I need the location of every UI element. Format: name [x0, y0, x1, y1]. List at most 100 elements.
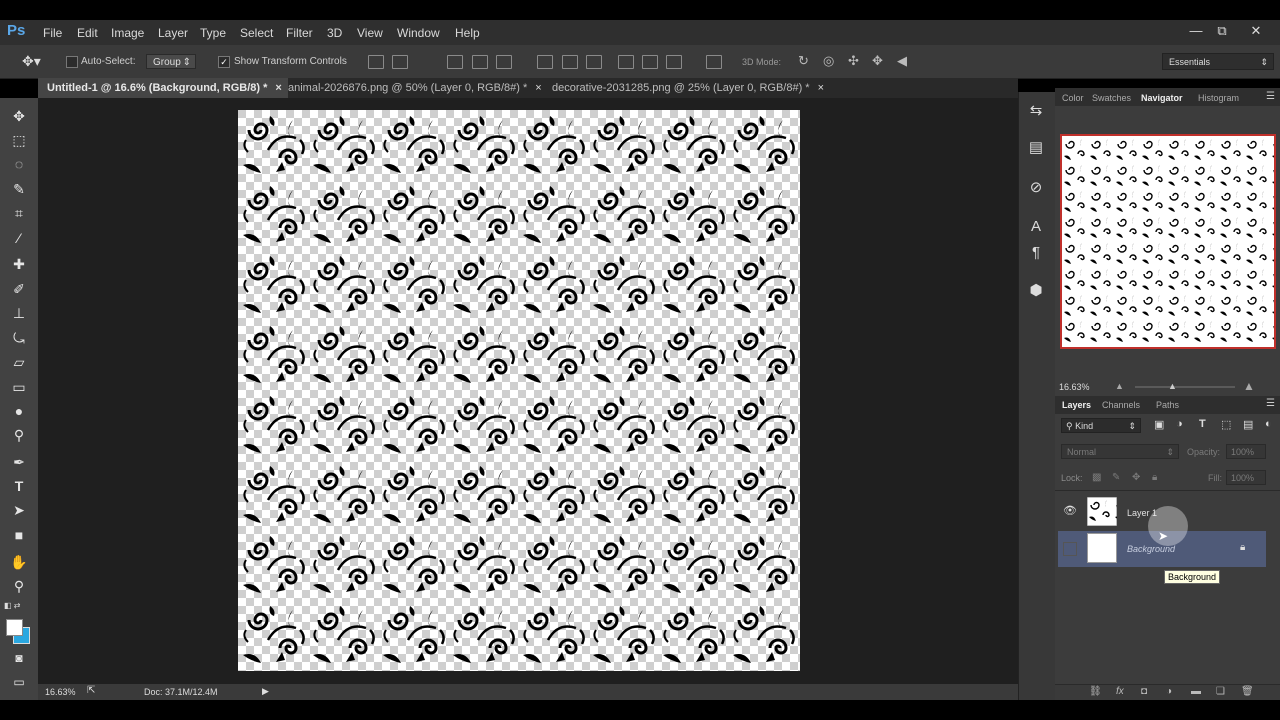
- close-window-button[interactable]: ✕: [1245, 22, 1267, 40]
- show-transform-checkbox[interactable]: ✓: [218, 56, 230, 68]
- zoom-level-readout[interactable]: 16.63%: [45, 687, 76, 697]
- zoom-slider-thumb[interactable]: ▲: [1168, 381, 1177, 391]
- hand-tool-icon[interactable]: ✋: [9, 552, 29, 572]
- foreground-color-swatch[interactable]: [6, 619, 23, 636]
- dodge-tool-icon[interactable]: ⚲: [9, 425, 29, 445]
- brush-tool-icon[interactable]: ✐: [9, 279, 29, 299]
- distribute-vcenter-icon[interactable]: [562, 55, 578, 69]
- eraser-tool-icon[interactable]: ▱: [9, 352, 29, 372]
- tab-untitled-1[interactable]: Untitled-1 @ 16.6% (Background, RGB/8) *…: [38, 78, 288, 98]
- align-hcenter-icon[interactable]: [496, 55, 512, 69]
- 3d-scale-icon[interactable]: ◀: [897, 53, 907, 69]
- tab-close-icon[interactable]: ×: [818, 82, 824, 94]
- export-icon[interactable]: ⇱: [87, 685, 95, 696]
- link-layers-icon[interactable]: ⛓: [1089, 686, 1102, 697]
- rectangle-tool-icon[interactable]: ■: [9, 525, 29, 545]
- healing-brush-tool-icon[interactable]: ✚: [9, 254, 29, 274]
- quick-select-tool-icon[interactable]: ✎: [9, 179, 29, 199]
- document-canvas[interactable]: [238, 110, 800, 671]
- lock-position-icon[interactable]: ✥: [1132, 472, 1140, 483]
- lasso-tool-icon[interactable]: ◌: [9, 154, 29, 174]
- zoom-in-icon[interactable]: ▲: [1243, 379, 1255, 393]
- auto-select-checkbox[interactable]: [66, 56, 78, 68]
- delete-layer-icon[interactable]: 🗑︎: [1241, 686, 1254, 697]
- filter-type-icon[interactable]: T: [1199, 418, 1206, 430]
- default-colors-icon[interactable]: ◧ ⇄: [4, 601, 20, 610]
- tab-histogram[interactable]: Histogram: [1198, 93, 1239, 103]
- menu-image[interactable]: Image: [111, 26, 144, 40]
- filter-pixel-icon[interactable]: ▣: [1154, 418, 1164, 431]
- filter-toggle-icon[interactable]: ◐: [1265, 418, 1272, 430]
- 3d-roll-icon[interactable]: ◎: [823, 53, 834, 69]
- 3d-drag-icon[interactable]: ✣: [848, 53, 859, 69]
- adjustment-layer-icon[interactable]: ◑: [1166, 686, 1172, 697]
- menu-layer[interactable]: Layer: [158, 26, 188, 40]
- minimize-button[interactable]: —: [1185, 22, 1207, 40]
- new-layer-icon[interactable]: ❏: [1216, 686, 1225, 697]
- pen-tool-icon[interactable]: ✒: [9, 452, 29, 472]
- menu-filter[interactable]: Filter: [286, 26, 313, 40]
- align-bottom-icon[interactable]: [447, 55, 463, 69]
- menu-3d[interactable]: 3D: [327, 26, 342, 40]
- tab-decorative[interactable]: decorative-2031285.png @ 25% (Layer 0, R…: [543, 78, 842, 98]
- auto-select-dropdown[interactable]: Group ⇕: [146, 54, 196, 69]
- menu-select[interactable]: Select: [240, 26, 273, 40]
- quick-mask-icon[interactable]: ◙: [9, 648, 29, 668]
- 3d-rotate-icon[interactable]: ↻: [798, 53, 809, 69]
- distribute-right-icon[interactable]: [666, 55, 682, 69]
- new-group-icon[interactable]: ▬: [1191, 686, 1201, 697]
- character-panel-icon[interactable]: A: [1025, 216, 1047, 238]
- lock-all-icon[interactable]: 🔒︎: [1152, 472, 1157, 483]
- distribute-bottom-icon[interactable]: [586, 55, 602, 69]
- actions-panel-icon[interactable]: ▤: [1025, 137, 1047, 159]
- menu-file[interactable]: File: [43, 26, 62, 40]
- menu-window[interactable]: Window: [397, 26, 440, 40]
- move-tool-icon[interactable]: ✥: [9, 106, 29, 126]
- path-selection-tool-icon[interactable]: ➤: [9, 500, 29, 520]
- 3d-panel-icon[interactable]: ⬢: [1025, 280, 1047, 302]
- zoom-tool-icon[interactable]: ⚲: [9, 576, 29, 596]
- menu-view[interactable]: View: [357, 26, 383, 40]
- tab-layers[interactable]: Layers: [1062, 400, 1091, 410]
- layer-style-icon[interactable]: fx: [1116, 686, 1124, 697]
- marquee-tool-icon[interactable]: ⬚: [9, 130, 29, 150]
- workspace-dropdown[interactable]: Essentials ⇕: [1162, 53, 1274, 70]
- filter-adjustment-icon[interactable]: ◑: [1176, 418, 1183, 430]
- paragraph-panel-icon[interactable]: ¶: [1025, 242, 1047, 264]
- menu-edit[interactable]: Edit: [77, 26, 98, 40]
- screen-mode-icon[interactable]: ▭: [9, 672, 29, 692]
- add-mask-icon[interactable]: ◘: [1141, 686, 1147, 697]
- fill-field[interactable]: 100%: [1226, 470, 1266, 485]
- distribute-hcenter-icon[interactable]: [642, 55, 658, 69]
- tab-close-icon[interactable]: ×: [535, 82, 541, 94]
- distribute-left-icon[interactable]: [618, 55, 634, 69]
- type-tool-icon[interactable]: T: [9, 476, 29, 496]
- move-tool-preset-icon[interactable]: ✥▾: [22, 53, 41, 70]
- tab-channels[interactable]: Channels: [1102, 400, 1140, 410]
- crop-tool-icon[interactable]: ⌗: [9, 203, 29, 223]
- align-top-icon[interactable]: [368, 55, 384, 69]
- navigator-zoom-slider[interactable]: [1135, 386, 1235, 388]
- restore-button[interactable]: ⧉: [1211, 22, 1233, 40]
- tab-color[interactable]: Color: [1062, 93, 1084, 103]
- clone-stamp-tool-icon[interactable]: ⊥: [9, 303, 29, 323]
- filter-smart-object-icon[interactable]: ▤: [1243, 418, 1253, 431]
- lock-image-icon[interactable]: ✎: [1112, 472, 1120, 483]
- align-vcenter-icon[interactable]: [392, 55, 408, 69]
- tab-swatches[interactable]: Swatches: [1092, 93, 1131, 103]
- lock-transparent-icon[interactable]: ▩: [1092, 472, 1101, 483]
- tab-paths[interactable]: Paths: [1156, 400, 1179, 410]
- gradient-tool-icon[interactable]: ▭: [9, 377, 29, 397]
- auto-align-icon[interactable]: [706, 55, 722, 69]
- zoom-out-icon[interactable]: ▲: [1115, 381, 1124, 391]
- layers-panel-menu-icon[interactable]: ☰: [1266, 398, 1275, 409]
- status-menu-arrow-icon[interactable]: ▶: [262, 686, 269, 697]
- layer-filter-dropdown[interactable]: ⚲ Kind ⇕: [1061, 418, 1141, 433]
- distribute-top-icon[interactable]: [537, 55, 553, 69]
- tab-navigator[interactable]: Navigator: [1141, 93, 1183, 103]
- visibility-eye-icon[interactable]: 👁︎: [1063, 504, 1077, 517]
- history-brush-tool-icon[interactable]: ⤿: [9, 328, 29, 348]
- brush-presets-icon[interactable]: ⊘: [1025, 177, 1047, 199]
- 3d-slide-icon[interactable]: ✥: [872, 53, 883, 69]
- navigator-preview[interactable]: [1060, 134, 1276, 349]
